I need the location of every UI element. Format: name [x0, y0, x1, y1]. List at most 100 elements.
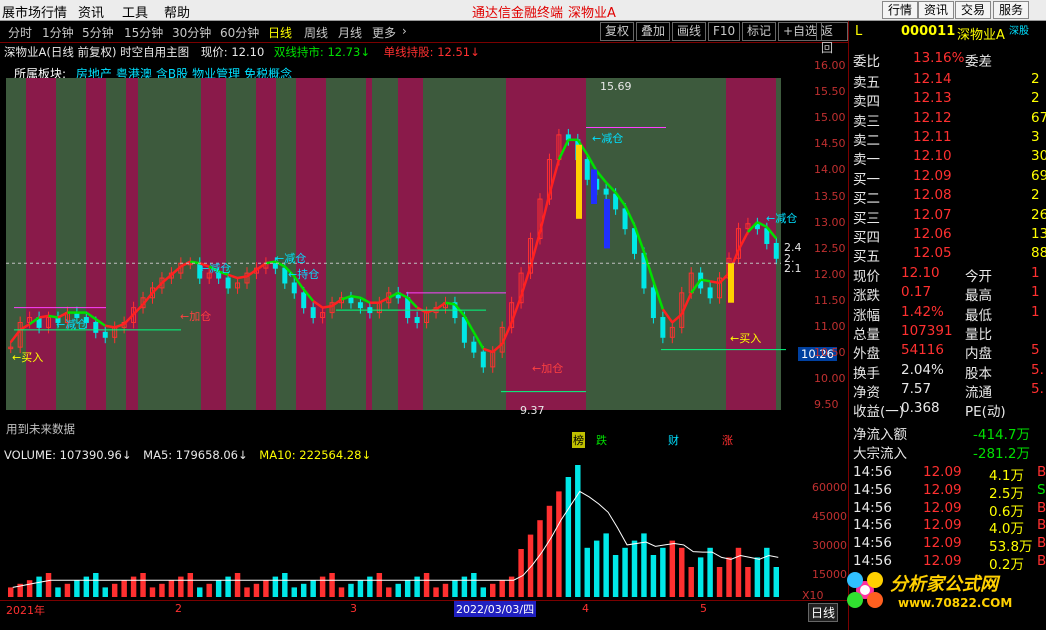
event-badge[interactable]: 财: [668, 432, 679, 448]
volume-bar: [395, 583, 401, 597]
btn-overlay[interactable]: 叠加: [636, 22, 671, 41]
stats-row: 净资 7.57 流通 5.: [853, 380, 1046, 401]
volume-bar: [565, 477, 572, 597]
reduce-signal-label: ←减仓: [56, 318, 88, 331]
tab-daily[interactable]: 日线: [808, 603, 839, 622]
stat-label: 股本: [965, 365, 992, 382]
price-axis-label: 12.00: [814, 267, 846, 281]
volume-bar: [36, 576, 42, 597]
volume-bar: [357, 580, 364, 597]
tick-side: B: [1037, 535, 1046, 552]
period-timeshare[interactable]: 分时: [8, 24, 32, 41]
signal-bar: [728, 263, 734, 303]
btn-f10[interactable]: F10: [708, 22, 741, 41]
signal-bar: [576, 144, 582, 219]
menu-news[interactable]: 资讯: [78, 2, 104, 21]
bid-price: 12.05: [913, 245, 952, 262]
flow-row: 大宗流入 -281.2万: [853, 442, 1046, 462]
signal-bar: [604, 199, 610, 249]
bid-price: 12.07: [913, 206, 952, 223]
date-year: 2021年: [6, 604, 45, 617]
chevron-right-icon[interactable]: ›: [402, 24, 407, 38]
volume-bar: [215, 580, 222, 597]
chart-info-line: 深物业A(日线 前复权) 时空自用主图 现价: 12.10 双线持市: 12.7…: [4, 44, 480, 60]
buy-signal-label: ←买入: [730, 332, 762, 345]
stat-value: 0.17: [901, 284, 932, 301]
btn-trade[interactable]: 交易: [955, 1, 992, 19]
volume-bar: [140, 573, 146, 597]
stat-value: 5.: [1031, 380, 1044, 397]
event-badge[interactable]: 榜: [572, 432, 585, 448]
period-1min[interactable]: 1分钟: [42, 24, 74, 41]
candle-body: [471, 341, 477, 353]
menu-help[interactable]: 帮助: [164, 2, 190, 21]
event-badge[interactable]: 跌: [596, 432, 607, 448]
period-30min[interactable]: 30分钟: [172, 24, 211, 41]
volume-bar: [348, 583, 354, 597]
tick-side: S: [1037, 481, 1046, 498]
period-60min[interactable]: 60分钟: [220, 24, 259, 41]
volume-bar: [26, 580, 33, 597]
period-weekly[interactable]: 周线: [304, 24, 328, 41]
ask-price: 12.11: [913, 128, 952, 145]
stat-label: 总量: [853, 326, 880, 343]
btn-draw[interactable]: 画线: [672, 22, 707, 41]
trend-line-segment: [105, 324, 115, 329]
btn-fuquan[interactable]: 复权: [600, 22, 635, 41]
volume-chart[interactable]: [6, 465, 796, 600]
candle-body: [480, 351, 486, 368]
bid-row: 买四 12.06 13: [853, 225, 1046, 246]
flow-value: -281.2万: [973, 446, 1031, 462]
period-daily[interactable]: 日线: [268, 24, 292, 41]
tick-time: 14:56: [853, 535, 892, 552]
period-15min[interactable]: 15分钟: [124, 24, 163, 41]
candle-body: [622, 208, 628, 230]
volume-bar: [291, 587, 297, 597]
btn-back[interactable]: 返回: [816, 22, 848, 55]
event-badge[interactable]: 涨: [722, 432, 733, 448]
stock-badge: 深股: [1009, 26, 1029, 37]
volume-bar: [537, 520, 543, 597]
period-5min[interactable]: 5分钟: [82, 24, 114, 41]
stat-value: 7.57: [901, 380, 932, 397]
volume-bar: [338, 587, 345, 597]
price-axis-label: 9.50: [814, 398, 839, 412]
flower-icon: [847, 572, 883, 608]
axis-side-value: 2.1: [784, 262, 802, 275]
bid-price: 12.06: [913, 225, 952, 242]
tick-price: 12.09: [923, 499, 962, 516]
btn-mark[interactable]: 标记: [742, 22, 777, 41]
stats-row: 现价 12.10 今开 1: [853, 265, 1046, 285]
price-chart[interactable]: [6, 78, 836, 413]
down-arrow-icon: ↓: [360, 45, 371, 59]
add-signal-label: ←加仓: [180, 310, 212, 323]
stock-title: 深物业A: [568, 6, 616, 21]
ask-volume: 2: [1031, 71, 1040, 87]
menu-tools[interactable]: 工具: [122, 2, 148, 21]
volume-bar: [650, 555, 657, 597]
brand-url: www.70822.COM: [898, 596, 1013, 610]
period-more[interactable]: 更多: [372, 24, 396, 41]
btn-quote[interactable]: 行情: [882, 1, 919, 19]
period-monthly[interactable]: 月线: [338, 24, 362, 41]
volume-bar: [593, 540, 600, 597]
flow-row: 净流入额 -414.7万: [853, 423, 1046, 443]
volume-bar: [697, 557, 704, 597]
ask-price: 12.14: [913, 71, 952, 87]
stat-value: 1: [1031, 303, 1040, 320]
btn-info[interactable]: 资讯: [918, 1, 955, 19]
stat-value: 5: [1031, 342, 1040, 359]
tick-price: 12.09: [923, 464, 962, 480]
tick-side: B: [1037, 517, 1046, 534]
volume-bar: [197, 587, 203, 597]
btn-service[interactable]: 服务: [993, 1, 1030, 19]
volume-bar: [414, 576, 420, 597]
candle-body: [301, 292, 307, 309]
stat-label: 现价: [853, 269, 880, 285]
volume-bar: [386, 587, 392, 597]
menu-market[interactable]: 展市场行情: [2, 2, 67, 21]
stat-label: 收益(一): [853, 404, 905, 421]
volume-bar: [55, 587, 61, 597]
signal-band: [726, 78, 776, 410]
candle-body: [357, 302, 363, 309]
